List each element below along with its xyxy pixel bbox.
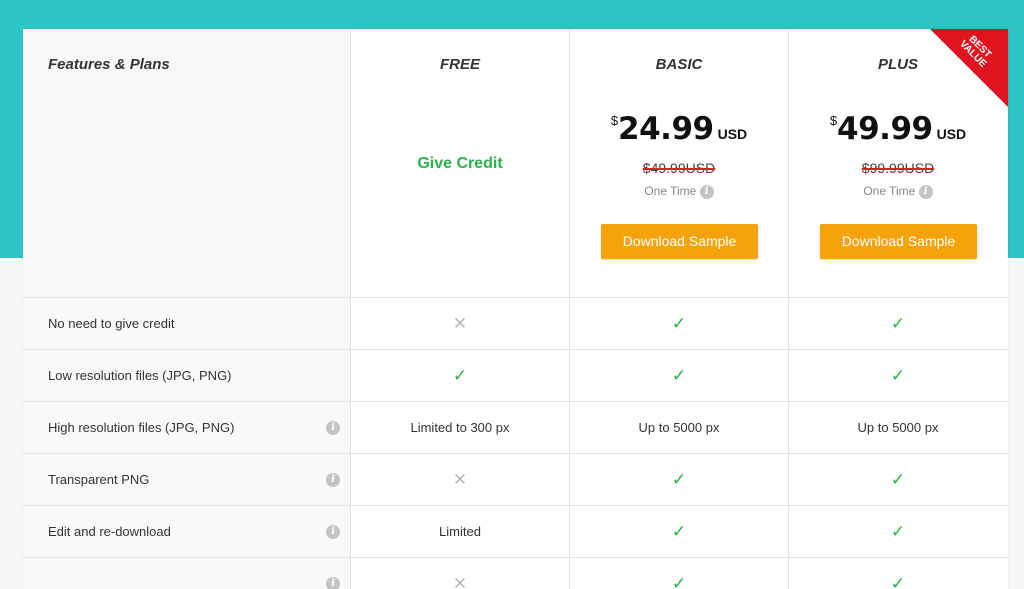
info-icon[interactable]: i — [918, 184, 933, 199]
check-icon: ✓ — [890, 366, 906, 385]
plan-value-text: Up to 5000 px — [638, 420, 720, 435]
free-plan-value: ✕ — [351, 298, 569, 350]
basic-plan-value: ✓ — [570, 506, 788, 558]
free-plan-value: ✕ — [351, 454, 569, 506]
plan-value-text: Up to 5000 px — [857, 420, 939, 435]
check-icon: ✓ — [671, 522, 687, 541]
feature-row: High resolution files (JPG, PNG) i Limited… — [23, 401, 1008, 454]
basic-plan-value: ✓ — [570, 454, 788, 506]
plus-plan-value: ✓ — [789, 454, 1007, 506]
price-amount: 24.99 — [618, 111, 714, 147]
basic-old-price: $49.99USD — [570, 160, 788, 176]
basic-plan-value: ✓ — [570, 350, 788, 402]
features-plans-title: Features & Plans — [48, 56, 170, 73]
check-icon: ✓ — [671, 314, 687, 333]
free-plan-value: ✕ — [351, 558, 569, 589]
basic-plan-value: ✓ — [570, 558, 788, 589]
plus-download-sample-button[interactable]: Download Sample — [820, 224, 977, 259]
feature-row: i ✕ ✓ ✓ — [23, 557, 1008, 589]
feature-label: High resolution files (JPG, PNG) — [48, 420, 235, 435]
basic-plan-value: ✓ — [570, 298, 788, 350]
feature-row: Low resolution files (JPG, PNG) ✓ ✓ ✓ — [23, 349, 1008, 402]
old-price-text: $49.99USD — [642, 160, 716, 176]
plan-value-text: Limited — [439, 524, 481, 539]
feature-row: No need to give credit ✕ ✓ ✓ — [23, 297, 1008, 350]
check-icon: ✓ — [671, 470, 687, 489]
check-icon: ✓ — [890, 470, 906, 489]
feature-row: Edit and re-download i Limited ✓ ✓ — [23, 505, 1008, 558]
price-amount: 49.99 — [837, 111, 933, 147]
pricing-table: Features & Plans FREE BASIC PLUS Give Cr… — [23, 29, 1008, 589]
cross-icon: ✕ — [452, 574, 468, 589]
currency-symbol: $ — [829, 113, 838, 128]
check-icon: ✓ — [671, 574, 687, 589]
plus-plan-value: ✓ — [789, 350, 1007, 402]
plus-price: $49.99 USD — [789, 111, 1007, 147]
feature-label: Edit and re-download — [48, 524, 171, 539]
check-icon: ✓ — [890, 522, 906, 541]
cross-icon: ✕ — [452, 314, 468, 333]
free-plan-value: ✓ — [351, 350, 569, 402]
basic-download-sample-button[interactable]: Download Sample — [601, 224, 758, 259]
feature-row: Transparent PNG i ✕ ✓ ✓ — [23, 453, 1008, 506]
info-icon[interactable]: i — [326, 473, 340, 487]
info-icon[interactable]: i — [326, 525, 340, 539]
feature-cell — [23, 558, 350, 589]
give-credit-offer: Give Credit — [417, 155, 503, 172]
plus-plan-value: ✓ — [789, 506, 1007, 558]
feature-label: No need to give credit — [48, 316, 175, 331]
plus-plan-value: ✓ — [789, 558, 1007, 589]
basic-billing: One Time i — [570, 184, 788, 199]
free-plan-value: Limited — [351, 506, 569, 558]
plus-old-price: $99.99USD — [789, 160, 1007, 176]
check-icon: ✓ — [671, 366, 687, 385]
billing-label: One Time — [644, 184, 697, 198]
currency-symbol: $ — [610, 113, 619, 128]
plus-billing: One Time i — [789, 184, 1007, 199]
price-unit: USD — [936, 126, 967, 142]
info-icon[interactable]: i — [326, 421, 340, 435]
feature-label: Transparent PNG — [48, 472, 150, 487]
feature-label: Low resolution files (JPG, PNG) — [48, 368, 232, 383]
plan-title-free: FREE — [439, 56, 480, 73]
price-unit: USD — [717, 126, 748, 142]
basic-plan-value: Up to 5000 px — [570, 402, 788, 454]
info-icon[interactable]: i — [699, 184, 714, 199]
plan-value-text: Limited to 300 px — [410, 420, 510, 435]
basic-price: $24.99 USD — [570, 111, 788, 147]
plus-plan-value: Up to 5000 px — [789, 402, 1007, 454]
plus-plan-value: ✓ — [789, 298, 1007, 350]
check-icon: ✓ — [890, 574, 906, 589]
free-plan-value: Limited to 300 px — [351, 402, 569, 454]
billing-label: One Time — [863, 184, 916, 198]
check-icon: ✓ — [890, 314, 906, 333]
cross-icon: ✕ — [452, 470, 468, 489]
check-icon: ✓ — [452, 366, 468, 385]
plan-title-basic: BASIC — [655, 56, 703, 73]
old-price-text: $99.99USD — [861, 160, 935, 176]
info-icon[interactable]: i — [326, 577, 340, 589]
